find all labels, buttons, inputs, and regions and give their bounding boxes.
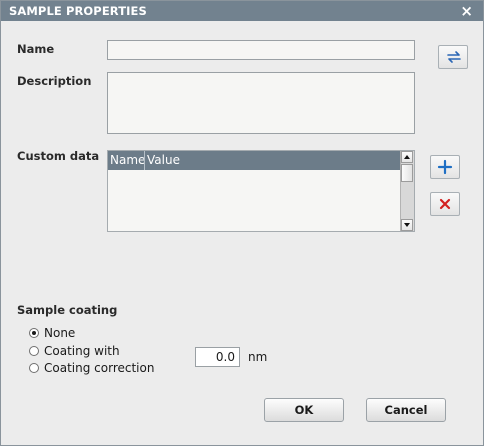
delete-row-button[interactable] (430, 192, 460, 216)
custom-data-table[interactable]: Name Value (107, 150, 415, 232)
title-bar: SAMPLE PROPERTIES × (1, 1, 483, 21)
scroll-down-icon (404, 223, 410, 227)
radio-label-coating-with: Coating with (44, 344, 120, 358)
sample-properties-dialog: SAMPLE PROPERTIES × Name Description Cus… (0, 0, 484, 446)
radio-label-coating-correction: Coating correction (44, 361, 155, 375)
name-input[interactable] (107, 40, 415, 60)
scroll-up-icon (404, 155, 410, 159)
thickness-unit: nm (248, 350, 268, 364)
radio-selected-dot (32, 331, 36, 335)
description-textarea[interactable] (107, 72, 415, 134)
coating-thickness-input[interactable]: 0.0 (195, 347, 240, 367)
table-scrollbar[interactable] (400, 151, 414, 231)
scroll-thumb[interactable] (401, 164, 413, 182)
column-divider[interactable] (144, 151, 145, 170)
table-header: Name Value (108, 151, 402, 170)
close-icon[interactable]: × (460, 2, 473, 20)
ok-button[interactable]: OK (264, 398, 344, 422)
custom-data-label: Custom data (17, 149, 100, 163)
sample-coating-label: Sample coating (17, 303, 118, 317)
description-label: Description (17, 74, 92, 88)
radio-button[interactable] (29, 328, 39, 338)
radio-label-none: None (44, 326, 76, 340)
dialog-title: SAMPLE PROPERTIES (9, 4, 147, 18)
cancel-button[interactable]: Cancel (366, 398, 446, 422)
radio-button[interactable] (29, 346, 39, 356)
x-delete-icon (439, 198, 451, 210)
name-label: Name (17, 42, 55, 56)
swap-arrows-icon (447, 51, 461, 63)
column-header-name[interactable]: Name (110, 153, 145, 167)
add-row-button[interactable] (430, 155, 460, 179)
swap-button[interactable] (438, 45, 468, 69)
scroll-up-button[interactable] (401, 151, 413, 163)
plus-icon (437, 159, 453, 175)
scroll-down-button[interactable] (401, 219, 413, 231)
column-header-value[interactable]: Value (147, 153, 180, 167)
radio-button[interactable] (29, 363, 39, 373)
